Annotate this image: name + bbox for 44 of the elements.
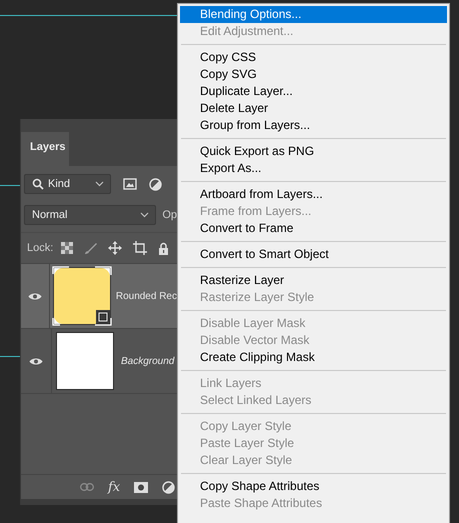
menu-item[interactable]: Delete Layer <box>180 100 447 117</box>
lock-label: Lock: <box>27 242 54 254</box>
menu-item[interactable]: Create Clipping Mask <box>180 349 447 366</box>
opacity-label: Op <box>162 209 177 221</box>
layer-row[interactable]: Rounded Rec <box>21 264 177 329</box>
menu-item[interactable]: Copy SVG <box>180 66 447 83</box>
shape-thumbnail <box>52 266 112 326</box>
search-icon <box>32 178 44 190</box>
menu-item[interactable]: Duplicate Layer... <box>180 83 447 100</box>
half-circle-icon[interactable] <box>162 480 176 494</box>
menu-item[interactable]: Export As... <box>180 160 447 177</box>
brush-icon[interactable] <box>84 242 98 254</box>
filter-value: Kind <box>48 178 72 190</box>
lock-icon[interactable] <box>158 242 170 254</box>
chevron-icon <box>140 212 150 218</box>
eye-icon[interactable] <box>28 292 42 300</box>
image-icon[interactable] <box>123 178 137 190</box>
blend-mode-dropdown[interactable]: Normal <box>24 205 156 225</box>
blend-mode-value: Normal <box>32 209 68 221</box>
layer-name: Background <box>121 356 174 366</box>
effects-button[interactable]: fx <box>108 480 120 494</box>
menu-item[interactable]: Blending Options... <box>180 6 447 23</box>
move-icon[interactable] <box>108 241 122 255</box>
layer-row[interactable]: Background <box>21 329 177 394</box>
menu-item[interactable]: Group from Layers... <box>180 117 447 134</box>
eye-icon[interactable] <box>29 356 43 366</box>
layer-name: Rounded Rec <box>116 290 177 302</box>
menu-item[interactable]: Copy CSS <box>180 49 447 66</box>
guide-line <box>0 185 20 186</box>
guide-line <box>0 356 20 357</box>
menu-item[interactable]: Convert to Frame <box>180 220 447 237</box>
checkerboard-icon[interactable] <box>61 242 74 254</box>
crop-icon[interactable] <box>133 241 148 255</box>
menu-item[interactable]: Copy Shape Attributes <box>180 478 447 495</box>
half-circle-icon[interactable] <box>149 178 162 190</box>
menu-item[interactable]: Rasterize Layer <box>180 272 447 289</box>
menu-item[interactable]: Artboard from Layers... <box>180 186 447 203</box>
menu-item[interactable]: Quick Export as PNG <box>180 143 447 160</box>
mask-icon[interactable] <box>134 482 148 492</box>
layers-tab[interactable]: Layers <box>21 132 69 166</box>
menu-item[interactable]: Convert to Smart Object <box>180 246 447 263</box>
filter-dropdown[interactable]: Kind <box>24 174 111 194</box>
layer-thumbnail <box>56 332 114 390</box>
chevron-icon <box>95 181 104 187</box>
